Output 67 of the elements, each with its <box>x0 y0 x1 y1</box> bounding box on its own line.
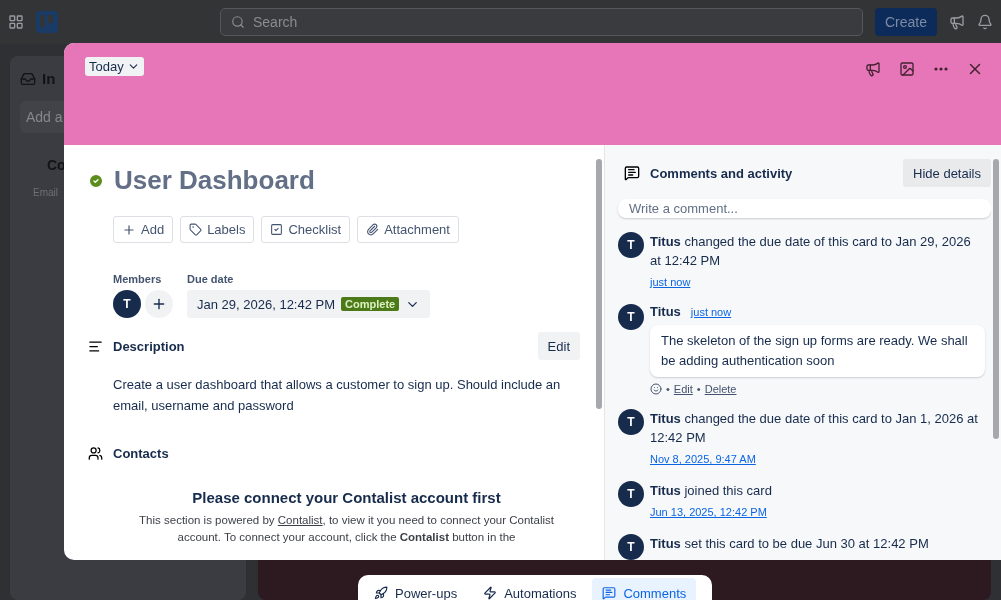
timestamp-link[interactable]: Nov 8, 2025, 9:47 AM <box>650 453 756 465</box>
nav-tab[interactable]: Comments <box>592 578 697 600</box>
add-member-button[interactable] <box>145 290 173 318</box>
separator-dot: • <box>696 383 701 395</box>
user-avatar[interactable]: T <box>618 232 644 258</box>
section-heading: Contacts <box>113 446 170 461</box>
notice-text: This section is powered by Contalist, to view it you need to connect your Contalist account. To connect your account, click the Contalist button in the <box>138 513 555 545</box>
create-button[interactable]: Create <box>874 8 937 36</box>
notice-title: Please connect your Contalist account first <box>192 489 501 506</box>
action-button[interactable]: Attachment <box>357 216 459 243</box>
activity-text: Titus changed the due date of this card to Jan 1, 2026 at 12:42 PM <box>650 410 979 447</box>
due-date-label: Due date <box>187 273 235 285</box>
section-heading: Comments and activity <box>650 165 794 181</box>
user-avatar[interactable]: T <box>618 304 644 330</box>
nav-tab[interactable]: Power-ups <box>364 578 468 600</box>
section-heading: Description <box>113 338 186 354</box>
activity-text: Titus changed the due date of this card to Jan 29, 2026 at 12:42 PM <box>650 233 972 270</box>
activity-text: Titus joined this card <box>650 482 773 500</box>
nav-tab[interactable]: Automations <box>473 578 587 600</box>
timestamp-link[interactable]: just now <box>650 276 691 288</box>
megaphone-icon <box>865 61 881 77</box>
comment-action-link[interactable]: Edit <box>673 383 693 395</box>
timestamp-link[interactable]: Jun 13, 2025, 12:42 PM <box>650 506 767 518</box>
edit-button[interactable]: Edit <box>537 332 580 360</box>
status-badge: Complete <box>341 297 400 311</box>
action-button[interactable]: Add <box>113 216 174 243</box>
comment-field[interactable]: Write a comment... <box>618 199 991 218</box>
comment-action-link[interactable]: Delete <box>704 383 737 395</box>
contalist-link[interactable]: Contalist <box>277 514 323 526</box>
inbox-icon <box>20 70 36 87</box>
search-placeholder: Search <box>253 14 298 30</box>
separator-dot: • <box>666 383 670 395</box>
complete-check-icon[interactable] <box>88 172 104 189</box>
reaction-icon[interactable] <box>650 383 662 395</box>
paperclip-icon <box>366 223 380 236</box>
members-label: Members <box>113 273 163 285</box>
notification-bell-icon[interactable] <box>977 14 993 30</box>
contacts-icon <box>88 446 103 461</box>
member-avatar[interactable]: T <box>113 290 141 318</box>
action-button[interactable]: Labels <box>180 216 255 243</box>
due-date-button[interactable]: Jan 29, 2026, 12:42 PM Complete <box>187 290 431 318</box>
user-avatar[interactable]: T <box>618 534 644 560</box>
list-dropdown[interactable]: Today <box>85 57 144 76</box>
apps-grid-icon[interactable] <box>8 14 24 30</box>
checkbox-icon <box>270 223 284 236</box>
plus-icon <box>122 222 136 237</box>
plus-icon <box>151 296 167 312</box>
activity-text: Titus set this card to be due Jun 30 at 12:42 PM <box>650 535 930 553</box>
image-icon <box>899 61 915 77</box>
card-title: User Dashboard <box>114 165 315 196</box>
megaphone-icon[interactable] <box>949 14 965 30</box>
lightning-icon <box>483 586 498 600</box>
comment-icon <box>624 165 640 181</box>
action-button[interactable]: Checklist <box>261 216 351 243</box>
hide-details-button[interactable]: Hide details <box>903 159 991 187</box>
rocket-icon <box>374 586 388 600</box>
tag-icon <box>189 223 203 236</box>
user-avatar[interactable]: T <box>618 409 644 435</box>
comment-icon <box>602 586 617 600</box>
description-text: Create a user dashboard that allows a customer to sign up. Should include an email, username and password <box>113 376 562 415</box>
comment-author: Titus <box>650 304 681 319</box>
description-icon <box>88 338 103 354</box>
more-icon <box>934 67 948 71</box>
user-avatar[interactable]: T <box>618 481 644 507</box>
comment-bubble: The skeleton of the sign up forms are ready. We shall be adding authentication soon <box>650 325 985 377</box>
search-icon <box>231 15 245 29</box>
timestamp-link[interactable]: just now <box>690 305 732 318</box>
